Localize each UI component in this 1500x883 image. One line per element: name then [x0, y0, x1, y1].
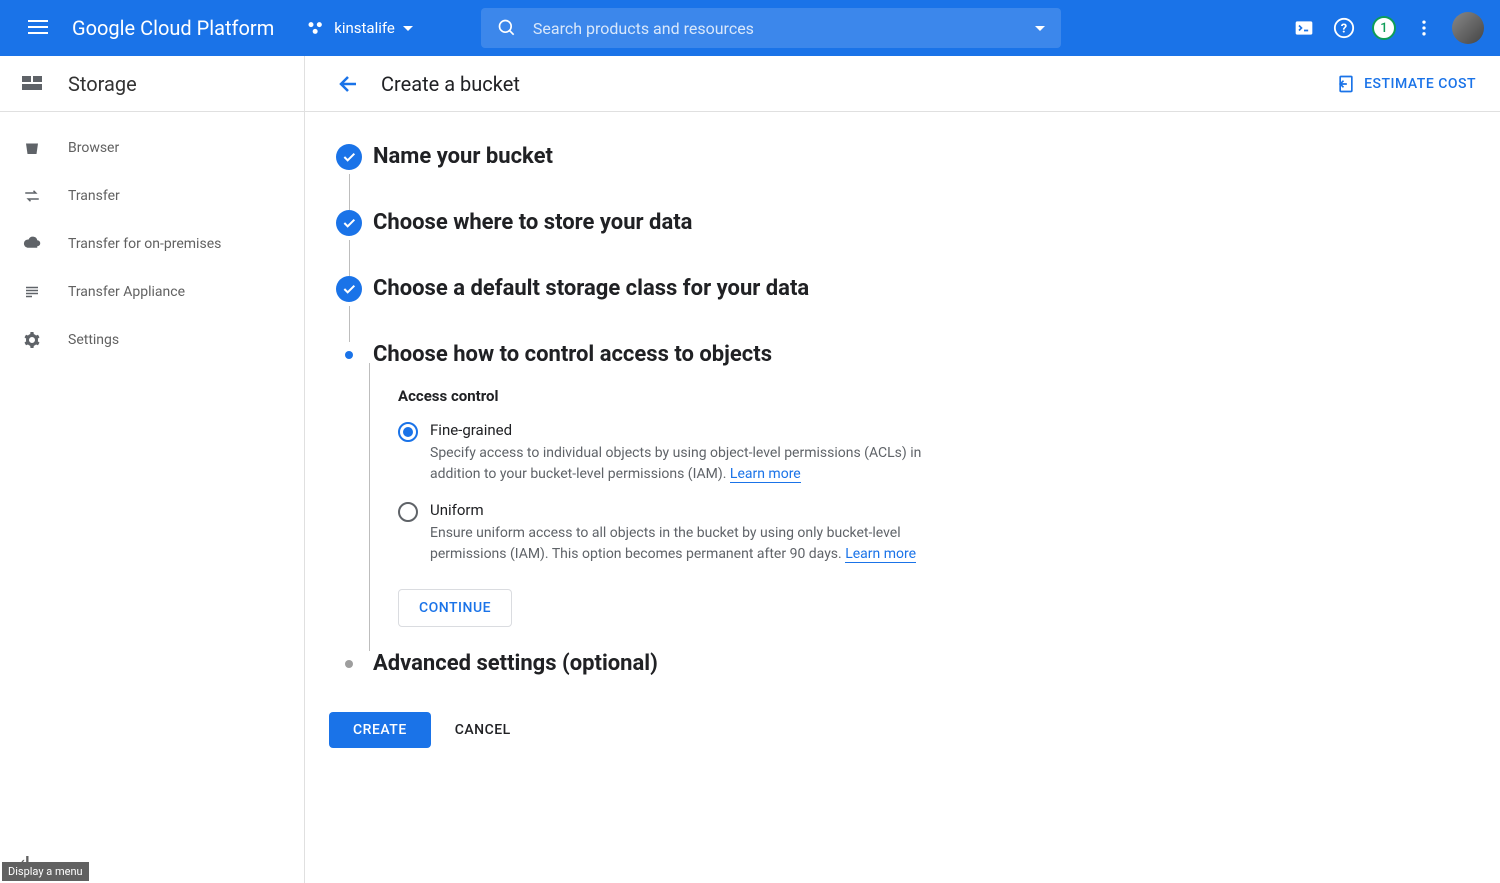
hamburger-menu-button[interactable] — [16, 4, 64, 52]
radio-description: Ensure uniform access to all objects in … — [430, 523, 950, 565]
chevron-down-icon — [403, 26, 413, 31]
step-access-control[interactable]: Choose how to control access to objects — [329, 342, 1476, 367]
sidebar-item-settings[interactable]: Settings — [0, 316, 304, 364]
search-icon — [497, 18, 517, 38]
bucket-icon — [20, 136, 44, 160]
step-active-dot-icon — [345, 351, 353, 359]
radio-label: Uniform — [430, 501, 950, 519]
dots-vertical-icon — [1414, 18, 1434, 38]
storage-icon — [20, 72, 44, 96]
project-icon — [306, 18, 326, 38]
create-button[interactable]: CREATE — [329, 712, 431, 748]
notifications-button[interactable]: 1 — [1372, 16, 1396, 40]
hamburger-icon — [28, 16, 52, 40]
content: Name your bucket Choose where to store y… — [305, 112, 1500, 780]
search-dropdown-icon[interactable] — [1035, 26, 1045, 31]
platform-logo[interactable]: Google Cloud Platform — [72, 16, 274, 40]
continue-button[interactable]: CONTINUE — [398, 589, 512, 627]
step-advanced-settings[interactable]: Advanced settings (optional) — [329, 651, 1476, 676]
transfer-icon — [20, 184, 44, 208]
radio-icon — [398, 422, 418, 442]
step-inactive-dot-icon — [345, 660, 353, 668]
back-button[interactable] — [329, 64, 369, 104]
radio-icon — [398, 502, 418, 522]
arrow-left-icon — [337, 72, 361, 96]
estimate-cost-icon — [1336, 74, 1356, 94]
check-circle-icon — [336, 210, 362, 236]
radio-fine-grained[interactable]: Fine-grained Specify access to individua… — [398, 421, 1476, 485]
check-circle-icon — [336, 276, 362, 302]
action-row: CREATE CANCEL — [329, 712, 1476, 748]
sidebar-item-label: Transfer — [68, 188, 120, 204]
step-title: Choose a default storage class for your … — [373, 276, 809, 301]
svg-text:?: ? — [1341, 22, 1347, 37]
step-title: Choose where to store your data — [373, 210, 692, 235]
sidebar-item-transfer[interactable]: Transfer — [0, 172, 304, 220]
more-menu-button[interactable] — [1412, 16, 1436, 40]
main-header: Create a bucket ESTIMATE COST — [305, 56, 1500, 112]
step-title: Name your bucket — [373, 144, 553, 169]
header-actions: ? 1 — [1292, 12, 1484, 44]
sidebar-title: Storage — [68, 72, 137, 96]
cloud-shell-button[interactable] — [1292, 16, 1316, 40]
section-label: Access control — [398, 387, 1476, 405]
page-title: Create a bucket — [381, 72, 520, 96]
main: Create a bucket ESTIMATE COST Name your … — [305, 56, 1500, 883]
notification-count: 1 — [1380, 21, 1387, 36]
sidebar-item-label: Transfer Appliance — [68, 284, 185, 300]
cloud-upload-icon — [20, 232, 44, 256]
appliance-icon — [20, 280, 44, 304]
estimate-cost-button[interactable]: ESTIMATE COST — [1336, 74, 1476, 94]
help-icon: ? — [1333, 17, 1355, 39]
search-input[interactable] — [533, 19, 1023, 38]
sidebar: Storage Browser Transfer Transfer for on… — [0, 56, 305, 883]
cancel-button[interactable]: CANCEL — [455, 722, 511, 738]
sidebar-footer: ‹I Display a menu — [0, 840, 304, 883]
tooltip: Display a menu — [2, 862, 89, 881]
sidebar-header: Storage — [0, 56, 304, 112]
top-header: Google Cloud Platform kinstalife ? 1 — [0, 0, 1500, 56]
step-name-bucket[interactable]: Name your bucket — [329, 144, 1476, 210]
sidebar-item-label: Browser — [68, 140, 119, 156]
step-title: Choose how to control access to objects — [373, 342, 772, 367]
help-button[interactable]: ? — [1332, 16, 1356, 40]
sidebar-item-transfer-onprem[interactable]: Transfer for on-premises — [0, 220, 304, 268]
step-location[interactable]: Choose where to store your data — [329, 210, 1476, 276]
terminal-icon — [1294, 18, 1314, 38]
radio-uniform[interactable]: Uniform Ensure uniform access to all obj… — [398, 501, 1476, 565]
radio-label: Fine-grained — [430, 421, 950, 439]
step-access-control-body: Access control Fine-grained Specify acce… — [369, 363, 1476, 651]
step-title: Advanced settings (optional) — [373, 651, 658, 676]
sidebar-item-label: Transfer for on-premises — [68, 236, 221, 252]
check-circle-icon — [336, 144, 362, 170]
sidebar-item-transfer-appliance[interactable]: Transfer Appliance — [0, 268, 304, 316]
sidebar-item-browser[interactable]: Browser — [0, 124, 304, 172]
search-box[interactable] — [481, 8, 1061, 48]
gear-icon — [20, 328, 44, 352]
radio-description: Specify access to individual objects by … — [430, 443, 950, 485]
estimate-cost-label: ESTIMATE COST — [1364, 76, 1476, 92]
sidebar-item-label: Settings — [68, 332, 119, 348]
step-storage-class[interactable]: Choose a default storage class for your … — [329, 276, 1476, 342]
learn-more-link[interactable]: Learn more — [730, 466, 801, 483]
steps: Name your bucket Choose where to store y… — [329, 144, 1476, 676]
project-name: kinstalife — [334, 19, 395, 37]
user-avatar[interactable] — [1452, 12, 1484, 44]
project-selector[interactable]: kinstalife — [298, 18, 421, 38]
learn-more-link[interactable]: Learn more — [845, 546, 916, 563]
